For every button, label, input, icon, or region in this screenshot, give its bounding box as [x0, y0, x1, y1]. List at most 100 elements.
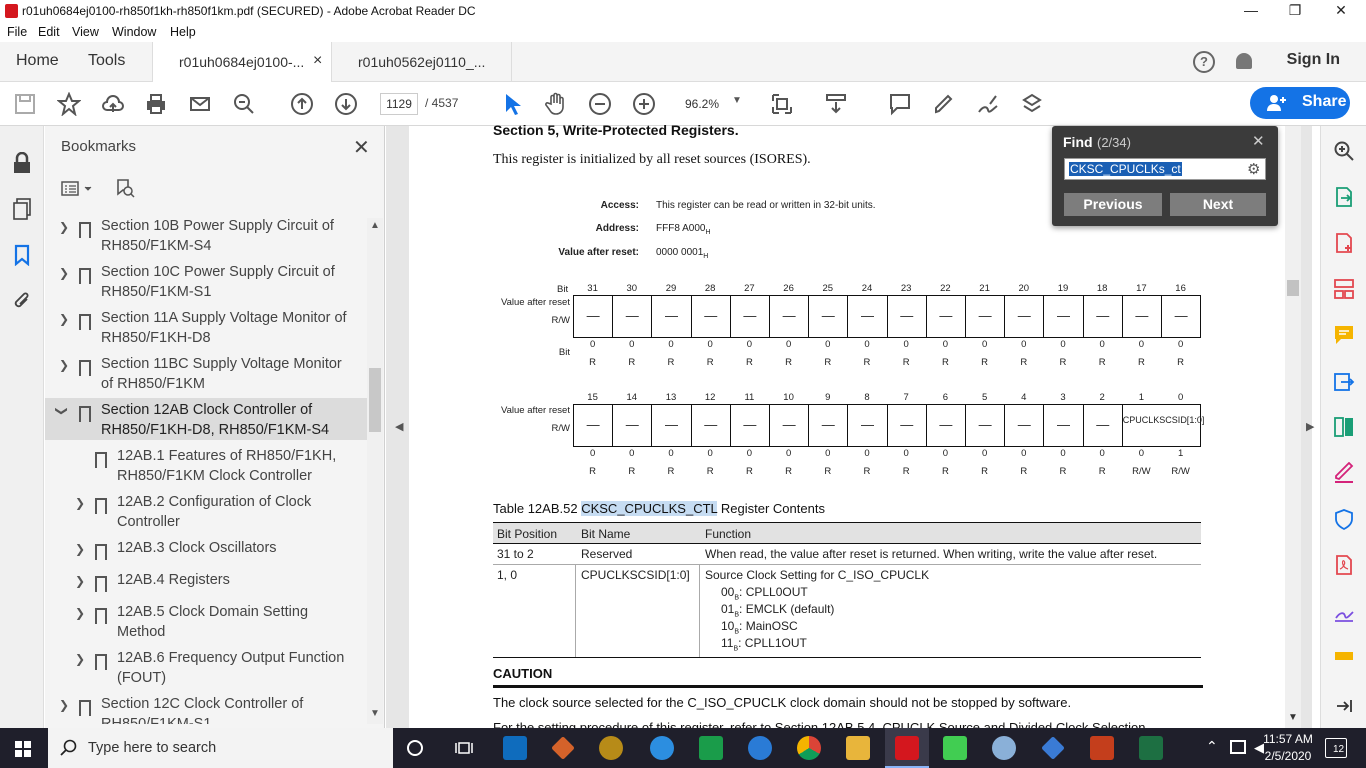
tab-tools[interactable]: Tools	[88, 52, 125, 70]
bookmark-star-icon[interactable]	[56, 91, 82, 117]
bookmarks-panel-icon[interactable]	[13, 244, 31, 267]
scroll-down-icon[interactable]: ▼	[370, 708, 380, 719]
tab-document-1[interactable]: r01uh0684ej0100-... ×	[152, 42, 332, 82]
bookmark-item-selected[interactable]: ❯ Section 12AB Clock Controller of RH850/…	[45, 398, 367, 440]
options-menu-icon[interactable]	[61, 180, 95, 198]
zoom-out-icon[interactable]	[588, 92, 612, 116]
chevron-right-icon[interactable]: ❯	[75, 542, 85, 556]
chrome-icon[interactable]	[797, 736, 821, 760]
notification-center-icon[interactable]: 12	[1325, 738, 1347, 758]
excel-icon[interactable]	[1139, 736, 1163, 760]
comment-icon[interactable]	[888, 92, 912, 116]
task-view-circle-icon[interactable]	[407, 740, 423, 756]
page-fit-icon[interactable]	[770, 92, 794, 116]
collapse-left-icon[interactable]: ◀	[395, 420, 403, 433]
bookmark-item[interactable]: ❯ 12AB.3 Clock Oscillators	[45, 538, 367, 562]
scroll-down-icon[interactable]: ▼	[1288, 712, 1298, 723]
export-pdf-icon[interactable]	[1333, 186, 1355, 208]
bookmark-item[interactable]: 12AB.1 Features of RH850/F1KH, RH850/F1KM…	[45, 446, 367, 486]
scrollbar-thumb[interactable]	[369, 368, 381, 432]
fill-sign-icon[interactable]	[1333, 461, 1355, 484]
more-tools-icon[interactable]	[1020, 92, 1044, 116]
more-tools-icon[interactable]	[1333, 646, 1355, 660]
organize-pages-icon[interactable]	[1333, 278, 1355, 300]
bookmark-item[interactable]: ❯ 12AB.6 Frequency Output Function (FOUT)	[45, 648, 367, 688]
bookmark-item[interactable]: ❯ Section 10B Power Supply Circuit of RH8…	[45, 216, 367, 256]
task-view-icon[interactable]	[455, 740, 473, 756]
network-icon[interactable]	[1230, 740, 1246, 754]
zoom-select[interactable]: 96.2% ▼	[676, 95, 746, 115]
chevron-right-icon[interactable]: ❯	[59, 698, 69, 712]
scroll-mode-icon[interactable]	[824, 92, 848, 116]
bookmark-item[interactable]: ❯ Section 11BC Supply Voltage Monitor of …	[45, 354, 367, 394]
close-window-button[interactable]: ✕	[1318, 2, 1364, 19]
qc-app-icon[interactable]	[699, 736, 723, 760]
tab-document-2[interactable]: r01uh0562ej0110_...	[332, 42, 512, 82]
notifications-bell-icon[interactable]	[1236, 53, 1252, 69]
search-icon[interactable]	[1333, 140, 1355, 162]
gear-icon[interactable]: ⚙	[1247, 160, 1260, 178]
protect-shield-icon[interactable]	[1333, 508, 1355, 531]
comment-tool-icon[interactable]	[1333, 324, 1355, 346]
clock-date[interactable]: 2/5/2020	[1258, 749, 1318, 763]
email-icon[interactable]	[188, 92, 212, 116]
sign-in-link[interactable]: Sign In	[1287, 51, 1340, 69]
collapse-right-icon[interactable]: ▶	[1306, 420, 1314, 433]
bookmark-item[interactable]: ❯ 12AB.5 Clock Domain Setting Method	[45, 602, 367, 642]
paint-icon[interactable]	[992, 736, 1016, 760]
upload-cloud-icon[interactable]	[101, 92, 125, 116]
menu-window[interactable]: Window	[112, 25, 156, 39]
share-button[interactable]: Share	[1250, 87, 1350, 119]
chevron-right-icon[interactable]: ❯	[75, 652, 85, 666]
bookmark-item[interactable]: ❯ Section 12C Clock Controller of RH850/F…	[45, 694, 367, 724]
save-icon[interactable]	[13, 92, 37, 116]
edge-icon[interactable]	[748, 736, 772, 760]
highlight-pen-icon[interactable]	[932, 92, 956, 116]
next-page-icon[interactable]	[334, 92, 358, 116]
print-icon[interactable]	[144, 92, 168, 116]
tab-close-icon[interactable]: ×	[313, 52, 322, 70]
previous-button[interactable]: Previous	[1064, 193, 1162, 216]
app-star-icon-2[interactable]	[1041, 736, 1065, 760]
menu-edit[interactable]: Edit	[38, 25, 60, 39]
tray-chevron-up-icon[interactable]: ⌃	[1206, 738, 1218, 755]
bookmark-item[interactable]: ❯ 12AB.2 Configuration of Clock Controlle…	[45, 492, 367, 532]
menu-file[interactable]: File	[7, 25, 27, 39]
share-file-icon[interactable]	[1333, 370, 1355, 392]
close-find-icon[interactable]: ✕	[1252, 132, 1265, 150]
taskbar-search-box[interactable]: Type here to search	[48, 728, 393, 768]
bookmark-item[interactable]: ❯ Section 11A Supply Voltage Monitor of R…	[45, 308, 367, 348]
hand-tool-icon[interactable]	[544, 92, 568, 116]
select-cursor-icon[interactable]	[500, 92, 524, 116]
next-button[interactable]: Next	[1170, 193, 1266, 216]
lock-icon[interactable]	[12, 151, 32, 174]
cpe-app-icon[interactable]	[599, 736, 623, 760]
close-panel-icon[interactable]: ✕	[353, 135, 370, 160]
scroll-up-icon[interactable]: ▲	[370, 220, 380, 231]
bookmark-item[interactable]: ❯ Section 10C Power Supply Circuit of RH8…	[45, 262, 367, 302]
chevron-right-icon[interactable]: ❯	[59, 266, 69, 280]
windows-start-icon[interactable]	[15, 741, 31, 757]
help-icon[interactable]: ?	[1193, 51, 1215, 73]
clock-time[interactable]: 11:57 AM	[1258, 732, 1318, 746]
sign-icon[interactable]	[976, 92, 1000, 116]
file-explorer-icon[interactable]	[846, 736, 870, 760]
scrollbar-thumb[interactable]	[1287, 280, 1299, 296]
page-scrollbar[interactable]: ▼	[1285, 126, 1301, 728]
outlook-icon[interactable]	[503, 736, 527, 760]
chevron-down-icon[interactable]: ❯	[55, 406, 69, 416]
internet-explorer-icon[interactable]	[650, 736, 674, 760]
chevron-right-icon[interactable]: ❯	[59, 358, 69, 372]
create-pdf-icon[interactable]	[1333, 232, 1355, 254]
pdf-file-icon[interactable]	[1333, 554, 1355, 576]
menu-view[interactable]: View	[72, 25, 99, 39]
qt-creator-icon[interactable]	[943, 736, 967, 760]
chevron-right-icon[interactable]: ❯	[59, 220, 69, 234]
attachment-icon[interactable]	[12, 290, 32, 312]
page-number-input[interactable]: 1129	[380, 93, 418, 115]
previous-page-icon[interactable]	[290, 92, 314, 116]
chevron-right-icon[interactable]: ❯	[75, 606, 85, 620]
restore-button[interactable]: ❐	[1272, 2, 1318, 19]
find-input[interactable]: CKSC_CPUCLKs_ct ⚙	[1064, 158, 1266, 180]
tab-home[interactable]: Home	[16, 52, 59, 70]
